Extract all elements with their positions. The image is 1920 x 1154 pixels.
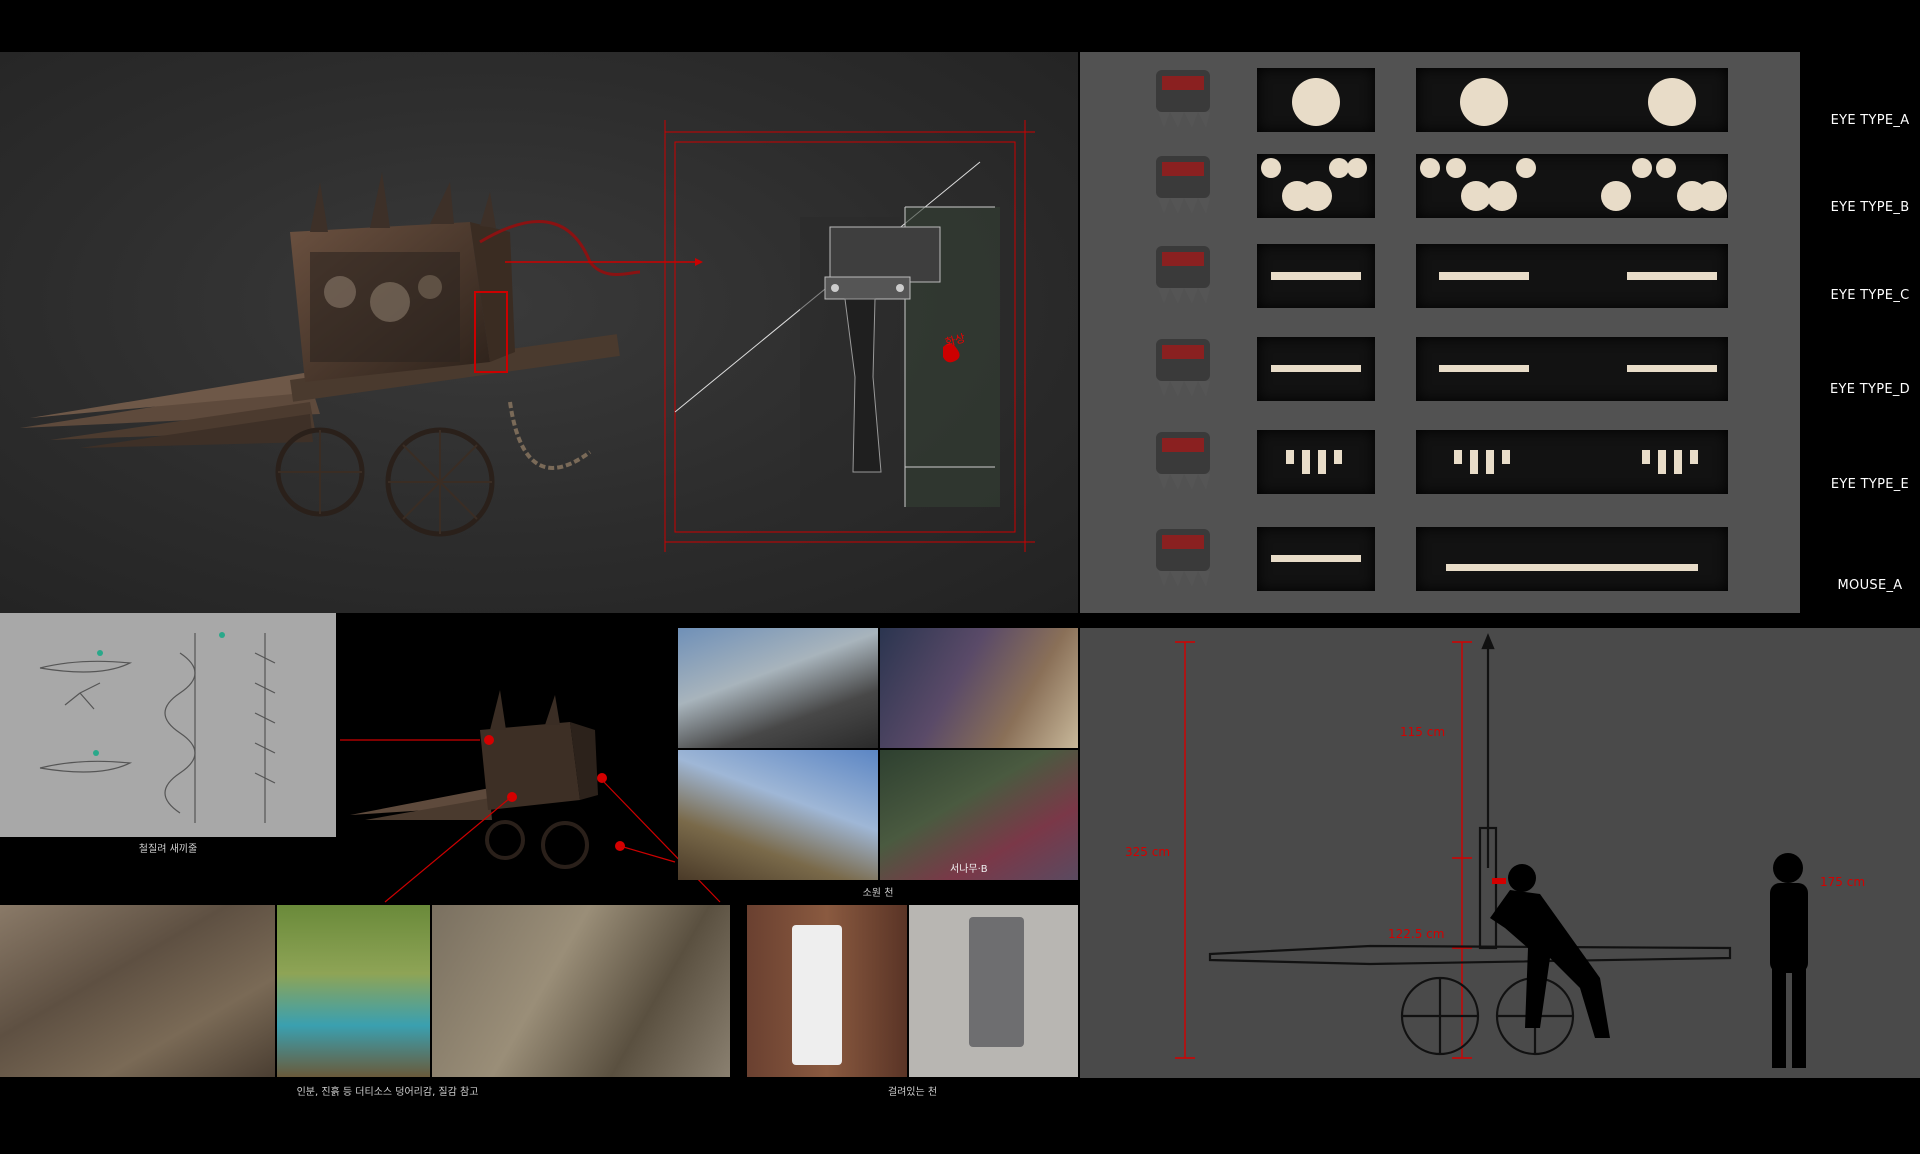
eye-type-label-c: EYE TYPE_C <box>1830 288 1910 303</box>
photo-overlay-text: 서나무·B <box>950 864 988 875</box>
rope-sketch-panel <box>0 613 336 837</box>
photo-wish-cloth-3 <box>678 750 878 880</box>
eye-preview-single <box>1257 430 1375 494</box>
eye-preview-pair <box>1416 430 1728 494</box>
eye-preview-pair <box>1416 154 1728 218</box>
eye-type-thumbnail <box>1148 242 1218 306</box>
eye-type-thumbnail <box>1148 428 1218 492</box>
eye-preview-single <box>1257 337 1375 401</box>
mouse-type-label-a: MOUSE_A <box>1837 578 1903 593</box>
dim-pole-top: 115 cm <box>1400 725 1446 739</box>
eye-preview-pair <box>1416 68 1728 132</box>
eye-type-label-b: EYE TYPE_B <box>1830 200 1910 215</box>
dim-person-height: 175 cm <box>1820 875 1866 889</box>
photo-hanging-cloth-1 <box>747 905 907 1077</box>
eye-preview-pair <box>1416 527 1728 591</box>
rope-sketch <box>39 632 276 823</box>
eye-type-thumbnail <box>1148 66 1218 130</box>
photo-wish-cloth-2 <box>880 628 1078 748</box>
eye-type-thumbnail <box>1148 525 1218 589</box>
eye-type-label-a: EYE TYPE_A <box>1830 113 1910 128</box>
axe-detail-sketch <box>664 120 1035 552</box>
photo-hanging-cloth-2 <box>909 905 1078 1077</box>
dim-total-height: 325 cm <box>1125 845 1171 859</box>
reference-connector-lines <box>340 739 721 903</box>
scale-diagram-panel: 325 cm 115 cm 122.5 cm 175 cm <box>1080 628 1920 1078</box>
hero-panel: 화상 <box>0 52 1078 613</box>
wish-cloth-caption: 소원 천 <box>862 888 894 899</box>
eye-type-label-d: EYE TYPE_D <box>1830 382 1910 397</box>
eye-type-thumbnail <box>1148 335 1218 399</box>
eye-type-label-e: EYE TYPE_E <box>1830 477 1910 492</box>
cart-render <box>20 172 641 537</box>
eye-preview-single <box>1257 154 1375 218</box>
eye-preview-single <box>1257 244 1375 308</box>
eye-preview-pair <box>1416 337 1728 401</box>
photo-wish-cloth-4: 서나무·B <box>880 750 1078 880</box>
photo-mud-vehicle <box>0 905 275 1077</box>
sketch-caption: 철질려 새끼줄 <box>138 844 198 855</box>
dim-cart-height: 122.5 cm <box>1388 927 1445 941</box>
eye-preview-single <box>1257 527 1375 591</box>
hanging-cloth-caption: 걸려있는 천 <box>887 1087 938 1098</box>
eye-preview-pair <box>1416 244 1728 308</box>
photo-mud-animal <box>432 905 730 1077</box>
eye-preview-single <box>1257 68 1375 132</box>
scale-diagram <box>1175 633 1808 1068</box>
eye-type-thumbnail <box>1148 152 1218 216</box>
photo-wish-cloth-1 <box>678 628 878 748</box>
photo-mud-person <box>277 905 430 1077</box>
mud-caption: 인분, 진흙 등 더티소스 덩어리감, 질감 참고 <box>296 1087 479 1098</box>
